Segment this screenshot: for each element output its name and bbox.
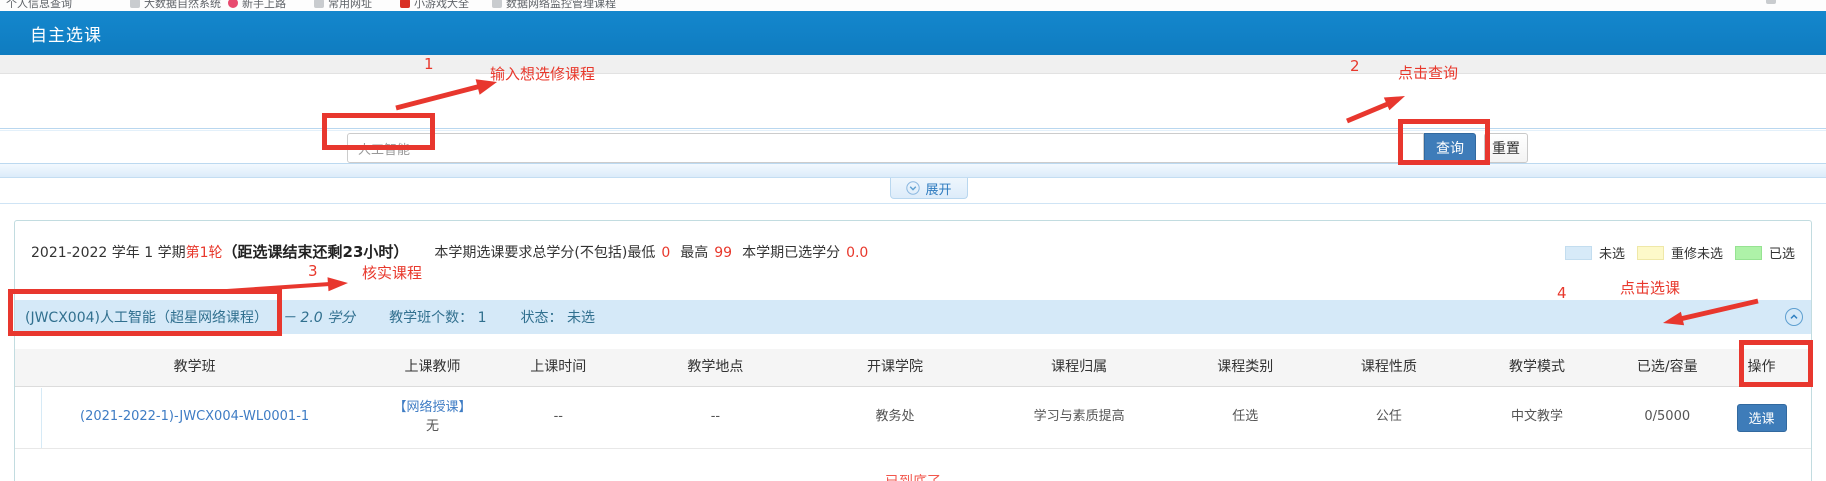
col-header: 课程归属 (985, 349, 1174, 386)
arrow-to-query (1347, 96, 1405, 121)
bookmark-label: 个人信息查询 (6, 0, 72, 11)
table-row: (2021-2022-1)-JWCX004-WL0001-1 【网络授课】 无 … (15, 387, 1811, 449)
bookmark-item[interactable]: 小游戏大全 (400, 0, 469, 11)
bookmark-item[interactable]: 常用网址 (314, 0, 372, 11)
bookmark-label: 大数据自然系统 (144, 0, 221, 11)
row-divider (41, 388, 42, 448)
toolbar-strip (0, 55, 1826, 74)
selected-credit-label: 本学期已选学分 (742, 242, 840, 262)
col-header: 教学地点 (626, 349, 806, 386)
bookmark-label: 小游戏大全 (414, 0, 469, 11)
selected-credit-value: 0.0 (846, 245, 868, 261)
search-panel-border (0, 128, 1826, 131)
legend-label: 未选 (1599, 243, 1625, 262)
credit-max-value: 99 (714, 245, 732, 261)
pink-dot-icon (228, 0, 238, 8)
expand-toggle[interactable]: 展开 (890, 178, 968, 199)
course-title: (JWCX004)人工智能（超星网络课程） (25, 307, 268, 327)
annotation-step3-label: 核实课程 (362, 262, 422, 283)
col-header: 开课学院 (805, 349, 985, 386)
browser-bookmarks-bar: 个人信息查询 大数据自然系统 新手上路 常用网址 小游戏大全 数据网络监控管理课… (0, 0, 1826, 11)
folder-icon (130, 0, 140, 8)
collapse-button[interactable] (1785, 308, 1803, 326)
course-select-panel: 2021-2022 学年 1 学期第1轮 （距选课结束还剩23小时） 本学期选课… (14, 220, 1812, 481)
col-header: 操作 (1721, 349, 1802, 386)
filter-collapse-bar (0, 163, 1826, 178)
credit-min-value: 0 (661, 245, 670, 261)
chevron-down-circle-icon (906, 181, 920, 195)
col-header: 课程性质 (1317, 349, 1461, 386)
belong-cell: 学习与素质提高 (985, 387, 1174, 448)
annotation-step4-number: 4 (1557, 284, 1567, 302)
divider (0, 203, 1826, 204)
bookmark-item[interactable]: 新手上路 (228, 0, 286, 11)
table-header-row: 教学班 上课教师 上课时间 教学地点 开课学院 课程归属 课程类别 课程性质 教… (15, 349, 1811, 387)
reset-button[interactable]: 重置 (1484, 133, 1528, 163)
college-cell: 教务处 (805, 387, 985, 448)
folder-icon (492, 0, 502, 8)
select-course-button[interactable]: 选课 (1737, 404, 1787, 432)
category-cell: 任选 (1173, 387, 1317, 448)
semester-info: 2021-2022 学年 1 学期第1轮 （距选课结束还剩23小时） 本学期选课… (31, 241, 878, 262)
search-form: 查询 重置 (347, 133, 1528, 163)
folder-icon (1766, 0, 1776, 4)
course-status: 状态： 未选 (521, 307, 595, 327)
capacity-cell: 0/5000 (1613, 387, 1721, 448)
class-count: 教学班个数： 1 (389, 307, 486, 327)
col-header: 课程类别 (1173, 349, 1317, 386)
credit-max-label: 最高 (680, 242, 708, 262)
round-label: 第1轮 (186, 242, 223, 262)
annotation-step4-label: 点击选课 (1620, 277, 1680, 298)
place-cell: -- (626, 387, 806, 448)
legend-swatch-selected (1735, 246, 1762, 260)
page-title: 自主选课 (30, 21, 102, 46)
class-code-link[interactable]: (2021-2022-1)-JWCX004-WL0001-1 (80, 408, 309, 427)
app-header: 自主选课 (0, 11, 1826, 55)
arrow-to-input (396, 79, 497, 108)
annotation-step3-number: 3 (308, 262, 318, 280)
col-header: 已选/容量 (1613, 349, 1721, 386)
nature-cell: 公任 (1317, 387, 1461, 448)
course-credit: － 2.0 学分 (282, 307, 355, 327)
teacher-name: 无 (426, 418, 439, 437)
red-app-icon (400, 0, 410, 8)
bookmark-item[interactable]: 数据网络监控管理课程 (492, 0, 616, 11)
legend-swatch-not-selected (1565, 246, 1592, 260)
bookmark-label: 新手上路 (242, 0, 286, 11)
expand-label: 展开 (925, 179, 951, 198)
bookmark-label: 数据网络监控管理课程 (506, 0, 616, 11)
end-of-list-text: 已到底了 (15, 471, 1811, 481)
bookmark-item[interactable]: 个人信息查询 (6, 0, 72, 11)
term-label: 2021-2022 学年 1 学期 (31, 242, 186, 262)
bookmark-item[interactable] (1766, 0, 1776, 4)
search-input[interactable] (347, 133, 1424, 163)
credit-req-label: 本学期选课要求总学分(不包括)最低 (434, 242, 655, 262)
col-header: 上课时间 (491, 349, 626, 386)
annotation-step2-number: 2 (1350, 57, 1360, 75)
mode-cell: 中文教学 (1461, 387, 1614, 448)
status-legend: 未选 重修未选 已选 (1565, 243, 1795, 262)
folder-icon (314, 0, 324, 8)
countdown-label: （距选课结束还剩23小时） (223, 241, 409, 262)
teaching-mode-tag: 【网络授课】 (394, 399, 472, 418)
legend-swatch-retake (1637, 246, 1664, 260)
col-header: 上课教师 (374, 349, 491, 386)
annotation-step2-label: 点击查询 (1398, 62, 1458, 83)
legend-label: 已选 (1769, 243, 1795, 262)
annotation-step1-label: 输入想选修课程 (490, 63, 595, 84)
bookmark-item[interactable]: 大数据自然系统 (130, 0, 221, 11)
teacher-cell: 【网络授课】 无 (374, 387, 491, 448)
course-group-header[interactable]: (JWCX004)人工智能（超星网络课程） － 2.0 学分 教学班个数： 1 … (15, 300, 1811, 334)
legend-label: 重修未选 (1671, 243, 1723, 262)
col-header: 教学班 (15, 349, 374, 386)
query-button[interactable]: 查询 (1424, 133, 1476, 163)
annotation-step1-number: 1 (424, 55, 434, 73)
chevron-up-icon (1788, 311, 1800, 323)
time-cell: -- (491, 387, 626, 448)
col-header: 教学模式 (1461, 349, 1614, 386)
bookmark-label: 常用网址 (328, 0, 372, 11)
